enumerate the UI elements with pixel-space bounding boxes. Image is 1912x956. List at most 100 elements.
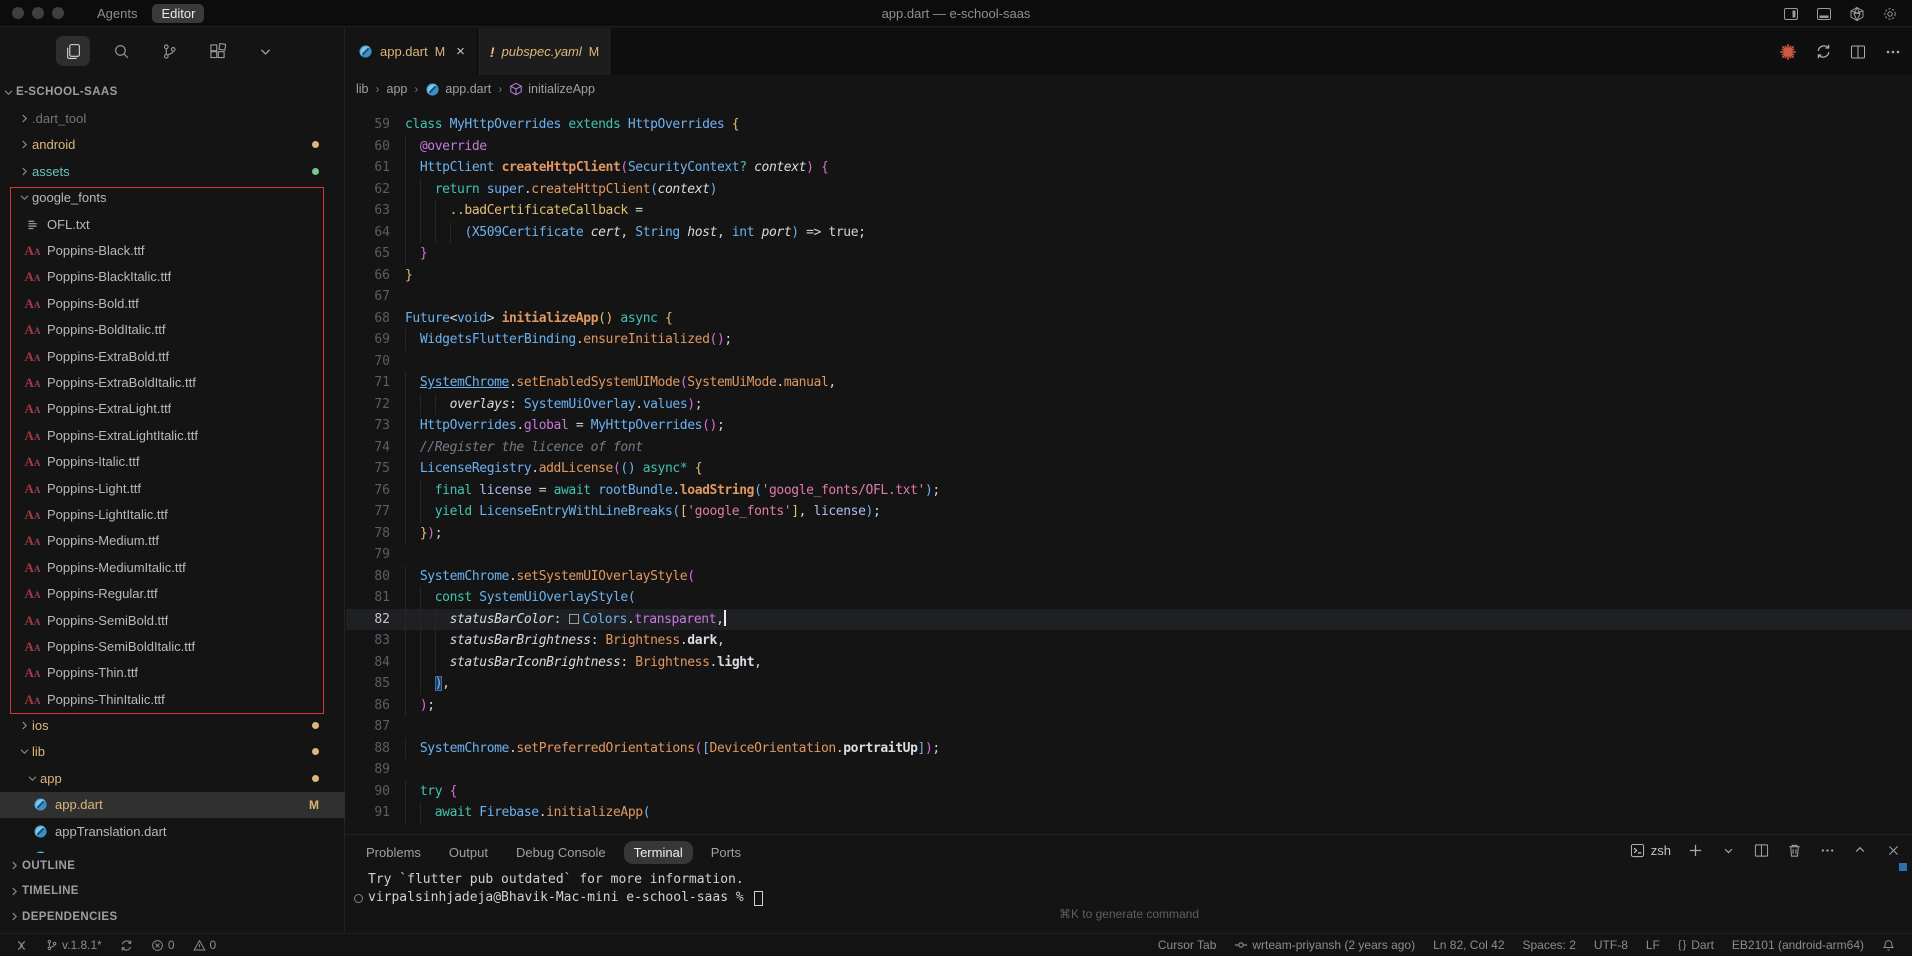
explorer-file-Poppins-MediumItalic.ttf[interactable]: AAPoppins-MediumItalic.ttf bbox=[0, 554, 345, 580]
explorer-file-Poppins-Medium.ttf[interactable]: AAPoppins-Medium.ttf bbox=[0, 528, 345, 554]
explorer-file-Poppins-Thin.ttf[interactable]: AAPoppins-Thin.ttf bbox=[0, 660, 345, 686]
explorer-file-Poppins-BlackItalic.ttf[interactable]: AAPoppins-BlackItalic.ttf bbox=[0, 264, 345, 290]
split-terminal-icon[interactable] bbox=[1752, 841, 1770, 859]
panel-tab-output[interactable]: Output bbox=[439, 841, 498, 864]
panel-tab-ports[interactable]: Ports bbox=[701, 841, 751, 864]
explorer-root[interactable]: E-SCHOOL-SAAS bbox=[0, 79, 345, 105]
status-item-v-1-8-1-[interactable]: v.1.8.1* bbox=[37, 934, 111, 956]
toggle-panel-icon[interactable] bbox=[1815, 5, 1832, 22]
explorer-file-Poppins-ExtraLight.ttf[interactable]: AAPoppins-ExtraLight.ttf bbox=[0, 396, 345, 422]
explorer-folder-app[interactable]: app bbox=[0, 765, 345, 791]
status-item-lf[interactable]: LF bbox=[1637, 934, 1669, 956]
explorer-file-Poppins-ExtraBold.ttf[interactable]: AAPoppins-ExtraBold.ttf bbox=[0, 343, 345, 369]
explorer-file-app.dart[interactable]: app.dartM bbox=[0, 792, 345, 818]
status-item-0[interactable]: 0 bbox=[142, 934, 184, 956]
status-item[interactable] bbox=[111, 934, 142, 956]
toggle-sidebar-icon[interactable] bbox=[1782, 5, 1799, 22]
cube-icon[interactable] bbox=[1848, 5, 1865, 22]
explorer-folder-.dart_tool[interactable]: .dart_tool bbox=[0, 105, 345, 131]
explorer-folder-ios[interactable]: ios bbox=[0, 712, 345, 738]
explorer-file-Poppins-ThinItalic.ttf[interactable]: AAPoppins-ThinItalic.ttf bbox=[0, 686, 345, 712]
search-icon[interactable] bbox=[104, 36, 138, 66]
panel-tab-terminal[interactable]: Terminal bbox=[624, 841, 693, 864]
tab-label: pubspec.yaml bbox=[502, 44, 582, 59]
split-editor-icon[interactable] bbox=[1849, 43, 1867, 61]
sidebar-section-dependencies[interactable]: DEPENDENCIES bbox=[0, 904, 345, 930]
breadcrumb-item-app[interactable]: app bbox=[387, 82, 408, 96]
status-item-spaces-2[interactable]: Spaces: 2 bbox=[1514, 934, 1585, 956]
explorer-file-Poppins-Regular.ttf[interactable]: AAPoppins-Regular.ttf bbox=[0, 580, 345, 606]
breadcrumb-item-lib[interactable]: lib bbox=[356, 82, 369, 96]
explorer-file-Poppins-Bold.ttf[interactable]: AAPoppins-Bold.ttf bbox=[0, 290, 345, 316]
branch-icon bbox=[46, 939, 58, 951]
explorer-files-icon[interactable] bbox=[56, 36, 90, 66]
code-line-72: 72 overlays: SystemUiOverlay.values); bbox=[346, 394, 1912, 416]
explorer-file-Poppins-Light.ttf[interactable]: AAPoppins-Light.ttf bbox=[0, 475, 345, 501]
close-panel-icon[interactable] bbox=[1884, 841, 1902, 859]
kill-terminal-icon[interactable] bbox=[1785, 841, 1803, 859]
breadcrumb-item-app.dart[interactable]: app.dart bbox=[425, 82, 491, 97]
explorer-folder-assets[interactable]: assets bbox=[0, 158, 345, 184]
panel-more-icon[interactable] bbox=[1818, 841, 1836, 859]
terminal-dropdown-icon[interactable] bbox=[1719, 841, 1737, 859]
status-item[interactable] bbox=[6, 934, 37, 956]
error-icon bbox=[151, 939, 164, 952]
status-item-dart[interactable]: {}Dart bbox=[1669, 934, 1723, 956]
editor-tab-app.dart[interactable]: app.dartM× bbox=[346, 28, 477, 75]
sidebar-section-timeline[interactable]: TIMELINE bbox=[0, 879, 345, 905]
maximize-panel-icon[interactable] bbox=[1851, 841, 1869, 859]
editor-tab-pubspec.yaml[interactable]: !pubspec.yamlM bbox=[477, 28, 612, 75]
status-item[interactable] bbox=[1873, 934, 1904, 956]
terminal-output[interactable]: Try `flutter pub outdated` for more info… bbox=[354, 871, 763, 907]
line-number: 64 bbox=[346, 222, 390, 244]
chevron-down-icon[interactable] bbox=[248, 36, 282, 66]
breadcrumb-item-initializeApp[interactable]: initializeApp bbox=[509, 82, 595, 96]
explorer-file-Poppins-Black.ttf[interactable]: AAPoppins-Black.ttf bbox=[0, 237, 345, 263]
text-cursor bbox=[724, 610, 726, 626]
sidebar-section-outline[interactable]: OUTLINE bbox=[0, 853, 345, 879]
close-tab-icon[interactable]: × bbox=[456, 43, 465, 60]
explorer-file-Poppins-SemiBoldItalic.ttf[interactable]: AAPoppins-SemiBoldItalic.ttf bbox=[0, 633, 345, 659]
explorer-file-partial[interactable] bbox=[0, 844, 345, 853]
status-item-cursor-tab[interactable]: Cursor Tab bbox=[1149, 934, 1225, 956]
status-item-wrteam-priyansh-2-years-[interactable]: wrteam-priyansh (2 years ago) bbox=[1225, 934, 1424, 956]
mode-tab-editor[interactable]: Editor bbox=[152, 4, 204, 23]
file-label: Poppins-BoldItalic.ttf bbox=[47, 322, 166, 337]
shell-selector[interactable]: zsh bbox=[1630, 843, 1671, 858]
panel-tab-problems[interactable]: Problems bbox=[356, 841, 431, 864]
source-control-icon[interactable] bbox=[152, 36, 186, 66]
explorer-file-Poppins-BoldItalic.ttf[interactable]: AAPoppins-BoldItalic.ttf bbox=[0, 317, 345, 343]
explorer-folder-android[interactable]: android bbox=[0, 132, 345, 158]
restart-icon[interactable] bbox=[1814, 43, 1832, 61]
maximize-window-icon[interactable] bbox=[52, 7, 64, 19]
panel-tab-debug-console[interactable]: Debug Console bbox=[506, 841, 616, 864]
explorer-file-Poppins-Italic.ttf[interactable]: AAPoppins-Italic.ttf bbox=[0, 448, 345, 474]
explorer-file-Poppins-ExtraBoldItalic.ttf[interactable]: AAPoppins-ExtraBoldItalic.ttf bbox=[0, 369, 345, 395]
remote-icon bbox=[15, 939, 28, 952]
explorer-folder-google_fonts[interactable]: google_fonts bbox=[0, 185, 345, 211]
code-editor[interactable]: 59class MyHttpOverrides extends HttpOver… bbox=[346, 103, 1912, 862]
traffic-lights[interactable] bbox=[12, 7, 64, 19]
status-item-ln-82-col-42[interactable]: Ln 82, Col 42 bbox=[1424, 934, 1513, 956]
new-terminal-icon[interactable] bbox=[1686, 841, 1704, 859]
command-decoration-icon[interactable] bbox=[354, 894, 363, 903]
commit-icon bbox=[1234, 938, 1248, 952]
explorer-file-Poppins-ExtraLightItalic.ttf[interactable]: AAPoppins-ExtraLightItalic.ttf bbox=[0, 422, 345, 448]
status-item-utf-8[interactable]: UTF-8 bbox=[1585, 934, 1637, 956]
explorer-file-OFL.txt[interactable]: OFL.txt bbox=[0, 211, 345, 237]
explorer-file-appTranslation.dart[interactable]: appTranslation.dart bbox=[0, 818, 345, 844]
settings-gear-icon[interactable] bbox=[1881, 5, 1898, 22]
symbol-icon bbox=[509, 82, 523, 96]
editor-group: app.dartM×!pubspec.yamlM lib›app›app.dar… bbox=[346, 28, 1912, 932]
explorer-folder-lib[interactable]: lib bbox=[0, 739, 345, 765]
explorer-file-Poppins-LightItalic.ttf[interactable]: AAPoppins-LightItalic.ttf bbox=[0, 501, 345, 527]
more-actions-icon[interactable] bbox=[1884, 43, 1902, 61]
mode-tab-agents[interactable]: Agents bbox=[88, 4, 146, 23]
extensions-icon[interactable] bbox=[200, 36, 234, 66]
minimize-window-icon[interactable] bbox=[32, 7, 44, 19]
status-item-eb2101-android-arm64-[interactable]: EB2101 (android-arm64) bbox=[1723, 934, 1873, 956]
status-item-0[interactable]: 0 bbox=[184, 934, 226, 956]
explorer-file-Poppins-SemiBold.ttf[interactable]: AAPoppins-SemiBold.ttf bbox=[0, 607, 345, 633]
close-window-icon[interactable] bbox=[12, 7, 24, 19]
flutter-hot-reload-icon[interactable] bbox=[1779, 43, 1797, 61]
